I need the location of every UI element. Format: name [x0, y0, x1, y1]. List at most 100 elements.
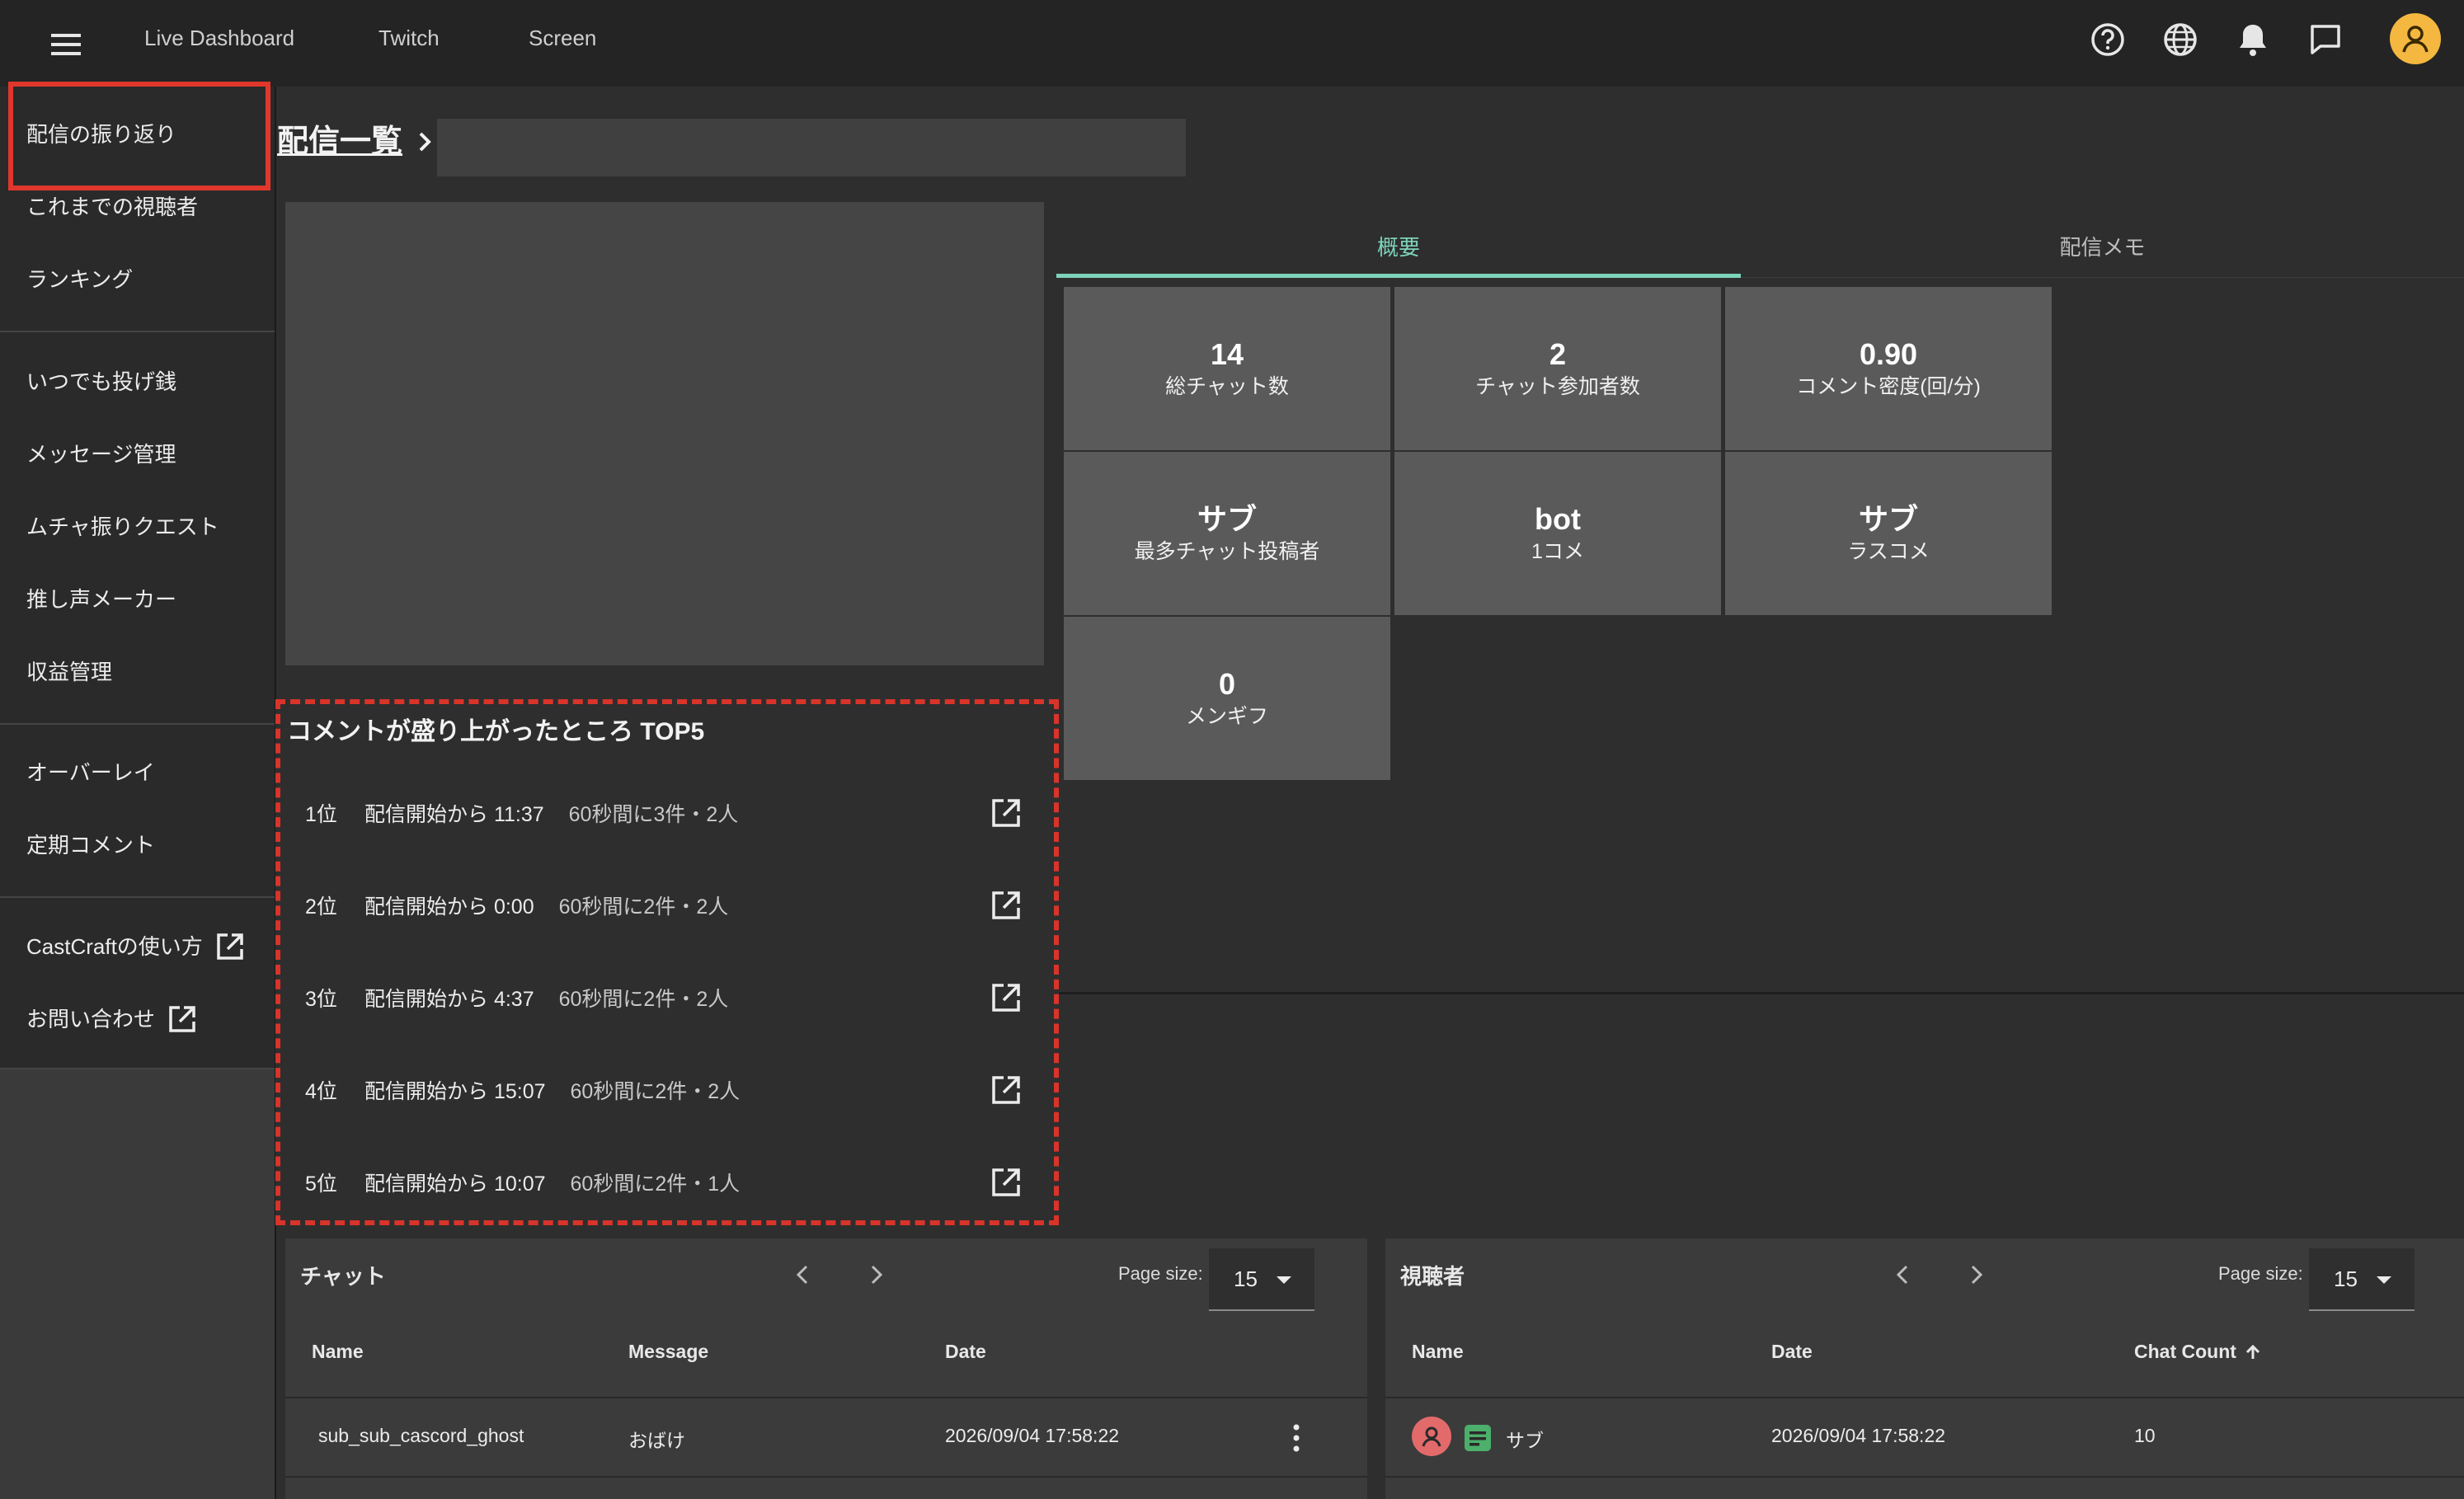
sidebar-item-howto[interactable]: CastCraftの使い方 — [26, 931, 246, 962]
sidebar-item-contact[interactable]: お問い合わせ — [26, 1003, 198, 1035]
open-link-icon[interactable] — [990, 981, 1023, 1014]
open-link-icon[interactable] — [990, 1166, 1023, 1199]
column-header-label: Chat Count — [2134, 1341, 2236, 1362]
open-link-icon[interactable] — [990, 796, 1023, 829]
sidebar-item-ranking[interactable]: ランキング — [26, 265, 133, 294]
stat-total-chats: 14 総チャット数 — [1064, 287, 1390, 450]
nav-live-dashboard[interactable]: Live Dashboard — [144, 23, 294, 53]
column-header-name[interactable]: Name — [1412, 1341, 1464, 1363]
stat-member-gifts: 0 メンギフ — [1064, 617, 1390, 780]
page-size-select[interactable]: 15 — [2309, 1248, 2415, 1311]
prev-page-icon[interactable] — [1883, 1255, 1923, 1295]
cell-chat-count: 10 — [2134, 1425, 2156, 1446]
rank-time: 配信開始から 4:37 — [364, 988, 534, 1011]
stat-top-chatter: サブ 最多チャット投稿者 — [1064, 452, 1390, 615]
help-icon[interactable] — [2085, 16, 2131, 63]
stat-chat-participants: 2 チャット参加者数 — [1394, 287, 1721, 450]
cell-date: 2026/09/04 17:58:22 — [945, 1425, 1120, 1446]
bell-icon[interactable] — [2230, 16, 2276, 63]
prev-page-icon[interactable] — [783, 1255, 823, 1295]
tab-indicator — [1056, 274, 1741, 278]
top-bar: Live Dashboard Twitch Screen — [0, 0, 2464, 87]
nav-screen[interactable]: Screen — [529, 23, 596, 53]
arrow-up-icon — [2243, 1342, 2263, 1362]
rank-count: 60秒間に3件・2人 — [568, 803, 739, 826]
tab-memo[interactable]: 配信メモ — [1741, 216, 2464, 275]
rank-label: 1位 — [305, 803, 337, 826]
highlight-box — [8, 82, 270, 190]
chat-table-title: チャット — [300, 1264, 386, 1289]
nav-twitch[interactable]: Twitch — [379, 23, 440, 53]
sidebar-item-quest[interactable]: ムチャ振りクエスト — [26, 512, 219, 542]
external-link-icon — [167, 1003, 198, 1035]
cell-message: おばけ — [628, 1430, 685, 1451]
rank-count: 60秒間に2件・2人 — [558, 988, 729, 1011]
globe-icon[interactable] — [2157, 16, 2203, 63]
stat-value: サブ — [1197, 502, 1257, 536]
sidebar-item-voice-maker[interactable]: 推し声メーカー — [26, 585, 176, 614]
stream-thumbnail — [285, 202, 1044, 665]
column-header-date[interactable]: Date — [1771, 1341, 1813, 1363]
page-size-select[interactable]: 15 — [1209, 1248, 1314, 1311]
chat-table: チャット Page size: 15 Name Message Date sub… — [285, 1238, 1367, 1499]
rank-time: 配信開始から 10:07 — [364, 1172, 546, 1196]
stat-value: サブ — [1858, 502, 1918, 536]
column-header-name[interactable]: Name — [312, 1341, 364, 1363]
breadcrumb-stream-list[interactable]: 配信一覧 — [277, 122, 402, 162]
user-avatar-icon — [1412, 1417, 1451, 1456]
stat-label: 最多チャット投稿者 — [1134, 540, 1320, 563]
row-divider — [285, 1476, 1367, 1478]
page-size-value: 15 — [1234, 1266, 1258, 1291]
page-size-value: 15 — [2334, 1266, 2358, 1291]
top5-item: 1位 配信開始から 11:37 60秒間に3件・2人 — [305, 790, 1023, 836]
open-link-icon[interactable] — [990, 889, 1023, 922]
stat-value: 0 — [1218, 667, 1236, 701]
stat-value: 2 — [1549, 337, 1567, 371]
sidebar-item-revenue[interactable]: 収益管理 — [26, 657, 112, 687]
stat-value: bot — [1535, 502, 1581, 536]
sidebar-item-label: CastCraftの使い方 — [26, 934, 203, 959]
avatar-icon[interactable] — [2390, 13, 2441, 64]
sidebar: 配信の振り返り これまでの視聴者 ランキング いつでも投げ銭 メッセージ管理 ム… — [0, 82, 276, 1499]
stat-label: チャット参加者数 — [1475, 375, 1640, 398]
column-header-date[interactable]: Date — [945, 1341, 986, 1363]
rank-count: 60秒間に2件・2人 — [558, 895, 729, 919]
cell-name: sub_sub_cascord_ghost — [318, 1425, 524, 1446]
next-page-icon[interactable] — [1956, 1255, 1996, 1295]
rank-label: 2位 — [305, 895, 337, 919]
sidebar-item-messages[interactable]: メッセージ管理 — [26, 439, 176, 469]
viewer-table: 視聴者 Page size: 15 Name Date Chat Count サ… — [1385, 1238, 2464, 1499]
sidebar-item-past-viewers[interactable]: これまでの視聴者 — [26, 192, 198, 222]
sidebar-divider — [0, 723, 275, 725]
chat-icon[interactable] — [2302, 16, 2349, 63]
sidebar-divider — [0, 331, 275, 332]
stat-comment-density: 0.90 コメント密度(回/分) — [1725, 287, 2052, 450]
header-divider — [285, 1397, 1367, 1398]
column-header-chat-count[interactable]: Chat Count — [2134, 1341, 2263, 1363]
tab-overview[interactable]: 概要 — [1056, 216, 1741, 275]
rank-label: 3位 — [305, 988, 337, 1011]
sidebar-item-tipping[interactable]: いつでも投げ銭 — [26, 367, 176, 397]
top5-item: 2位 配信開始から 0:00 60秒間に2件・2人 — [305, 882, 1023, 928]
cell-name: サブ — [1506, 1430, 1544, 1451]
open-link-icon[interactable] — [990, 1074, 1023, 1107]
stat-label: コメント密度(回/分) — [1796, 375, 1981, 398]
top5-item: 4位 配信開始から 15:07 60秒間に2件・2人 — [305, 1067, 1023, 1113]
external-link-icon — [214, 931, 246, 962]
rank-label: 4位 — [305, 1080, 337, 1103]
row-divider — [1385, 1476, 2464, 1478]
next-page-icon[interactable] — [856, 1255, 896, 1295]
sidebar-item-scheduled-comment[interactable]: 定期コメント — [26, 830, 155, 860]
header-divider — [1385, 1397, 2464, 1398]
chat-badge-icon — [1463, 1423, 1493, 1453]
column-header-message[interactable]: Message — [628, 1341, 708, 1363]
stat-value: 14 — [1210, 337, 1244, 371]
more-vert-icon[interactable] — [1290, 1423, 1303, 1453]
sidebar-divider — [0, 896, 275, 898]
dropdown-arrow-icon — [2377, 1276, 2391, 1284]
dropdown-arrow-icon — [1277, 1276, 1291, 1284]
sidebar-item-overlay[interactable]: オーバーレイ — [26, 758, 155, 787]
menu-icon[interactable] — [43, 21, 89, 68]
tab-label: 配信メモ — [2059, 234, 2146, 260]
sidebar-empty-area — [0, 1068, 275, 1499]
